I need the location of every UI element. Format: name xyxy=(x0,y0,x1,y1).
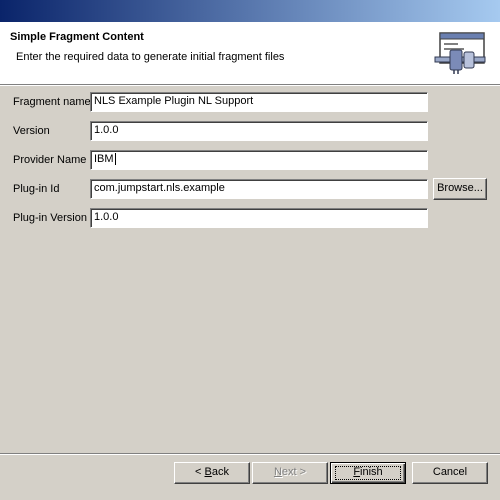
fragment-name-field[interactable]: NLS Example Plugin NL Support xyxy=(90,92,428,112)
provider-name-value: IBM xyxy=(94,153,114,165)
window-titlebar[interactable] xyxy=(0,0,500,22)
browse-button[interactable]: Browse... xyxy=(433,178,487,200)
page-description: Enter the required data to generate init… xyxy=(16,51,285,63)
back-button[interactable]: < Back xyxy=(174,462,250,484)
footer-divider-highlight xyxy=(0,454,500,455)
provider-name-label: Provider Name xyxy=(13,154,87,166)
plugin-version-label: Plug-in Version xyxy=(13,212,87,224)
finish-button[interactable]: Finish xyxy=(330,462,406,484)
provider-name-field[interactable]: IBM xyxy=(90,150,428,170)
page-title: Simple Fragment Content xyxy=(10,31,144,43)
wizard-header: Simple Fragment Content Enter the requir… xyxy=(0,22,500,85)
focus-indicator xyxy=(335,466,401,480)
plugin-fragment-wizard-icon xyxy=(434,32,486,74)
plugin-id-label: Plug-in Id xyxy=(13,183,60,195)
plugin-version-field[interactable]: 1.0.0 xyxy=(90,208,428,228)
plugin-id-field[interactable]: com.jumpstart.nls.example xyxy=(90,179,428,199)
fragment-name-label: Fragment name xyxy=(13,96,91,108)
header-divider xyxy=(0,85,500,86)
text-cursor xyxy=(114,153,116,166)
next-button[interactable]: Next > xyxy=(252,462,328,484)
version-field[interactable]: 1.0.0 xyxy=(90,121,428,141)
version-label: Version xyxy=(13,125,50,137)
cancel-button[interactable]: Cancel xyxy=(412,462,488,484)
